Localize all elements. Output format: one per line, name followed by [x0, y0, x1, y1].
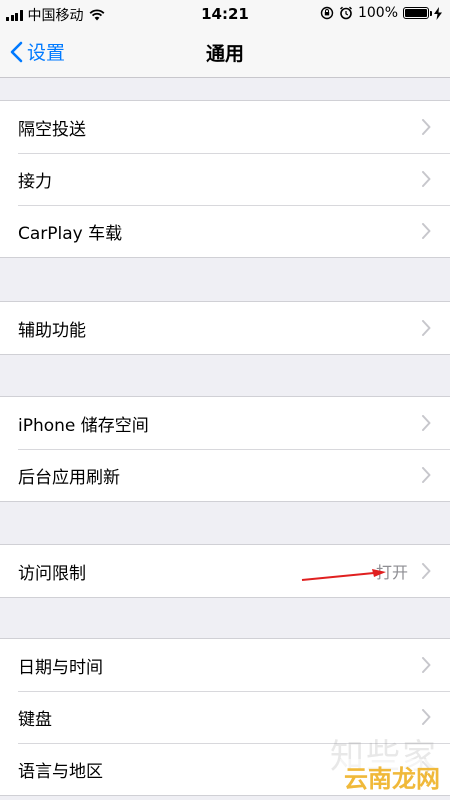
row-iphone-storage[interactable]: iPhone 储存空间 [0, 397, 450, 449]
alarm-icon [340, 6, 352, 20]
row-label: 键盘 [18, 709, 52, 730]
status-bar: 中国移动 14:21 100% [0, 0, 450, 28]
row-accessibility[interactable]: 辅助功能 [0, 302, 450, 354]
row-label: 后台应用刷新 [18, 467, 120, 488]
charging-icon [434, 6, 442, 20]
navigation-bar: 设置 通用 [0, 28, 450, 78]
page-title: 通用 [205, 43, 244, 65]
row-label: 辅助功能 [18, 320, 86, 341]
settings-group-2: 辅助功能 [0, 301, 450, 355]
battery-percent: 100% [357, 5, 398, 21]
row-label: 日期与时间 [18, 657, 103, 678]
annotation-arrow-icon [301, 569, 386, 581]
row-label: 隔空投送 [18, 119, 86, 140]
chevron-right-icon [422, 171, 431, 187]
watermark: 知些家 云南龙网 [330, 737, 444, 794]
row-carplay[interactable]: CarPlay 车载 [0, 205, 450, 257]
chevron-right-icon [422, 223, 431, 239]
battery-icon [403, 7, 432, 19]
chevron-right-icon [422, 657, 431, 673]
row-handoff[interactable]: 接力 [0, 153, 450, 205]
row-label: 接力 [18, 171, 52, 192]
row-label: CarPlay 车载 [18, 223, 123, 244]
settings-group-3: iPhone 储存空间 后台应用刷新 [0, 396, 450, 502]
chevron-right-icon [422, 415, 431, 431]
chevron-right-icon [422, 563, 431, 579]
status-right: 100% [320, 5, 442, 21]
row-label: iPhone 储存空间 [18, 415, 149, 436]
chevron-right-icon [422, 320, 431, 336]
row-airdrop[interactable]: 隔空投送 [0, 101, 450, 153]
chevron-right-icon [422, 467, 431, 483]
watermark-text: 云南龙网 [340, 759, 444, 794]
row-background-app-refresh[interactable]: 后台应用刷新 [0, 449, 450, 501]
rotation-lock-icon [320, 6, 334, 20]
row-date-time[interactable]: 日期与时间 [0, 639, 450, 691]
chevron-right-icon [422, 709, 431, 725]
settings-group-1: 隔空投送 接力 CarPlay 车载 [0, 100, 450, 258]
chevron-right-icon [422, 119, 431, 135]
